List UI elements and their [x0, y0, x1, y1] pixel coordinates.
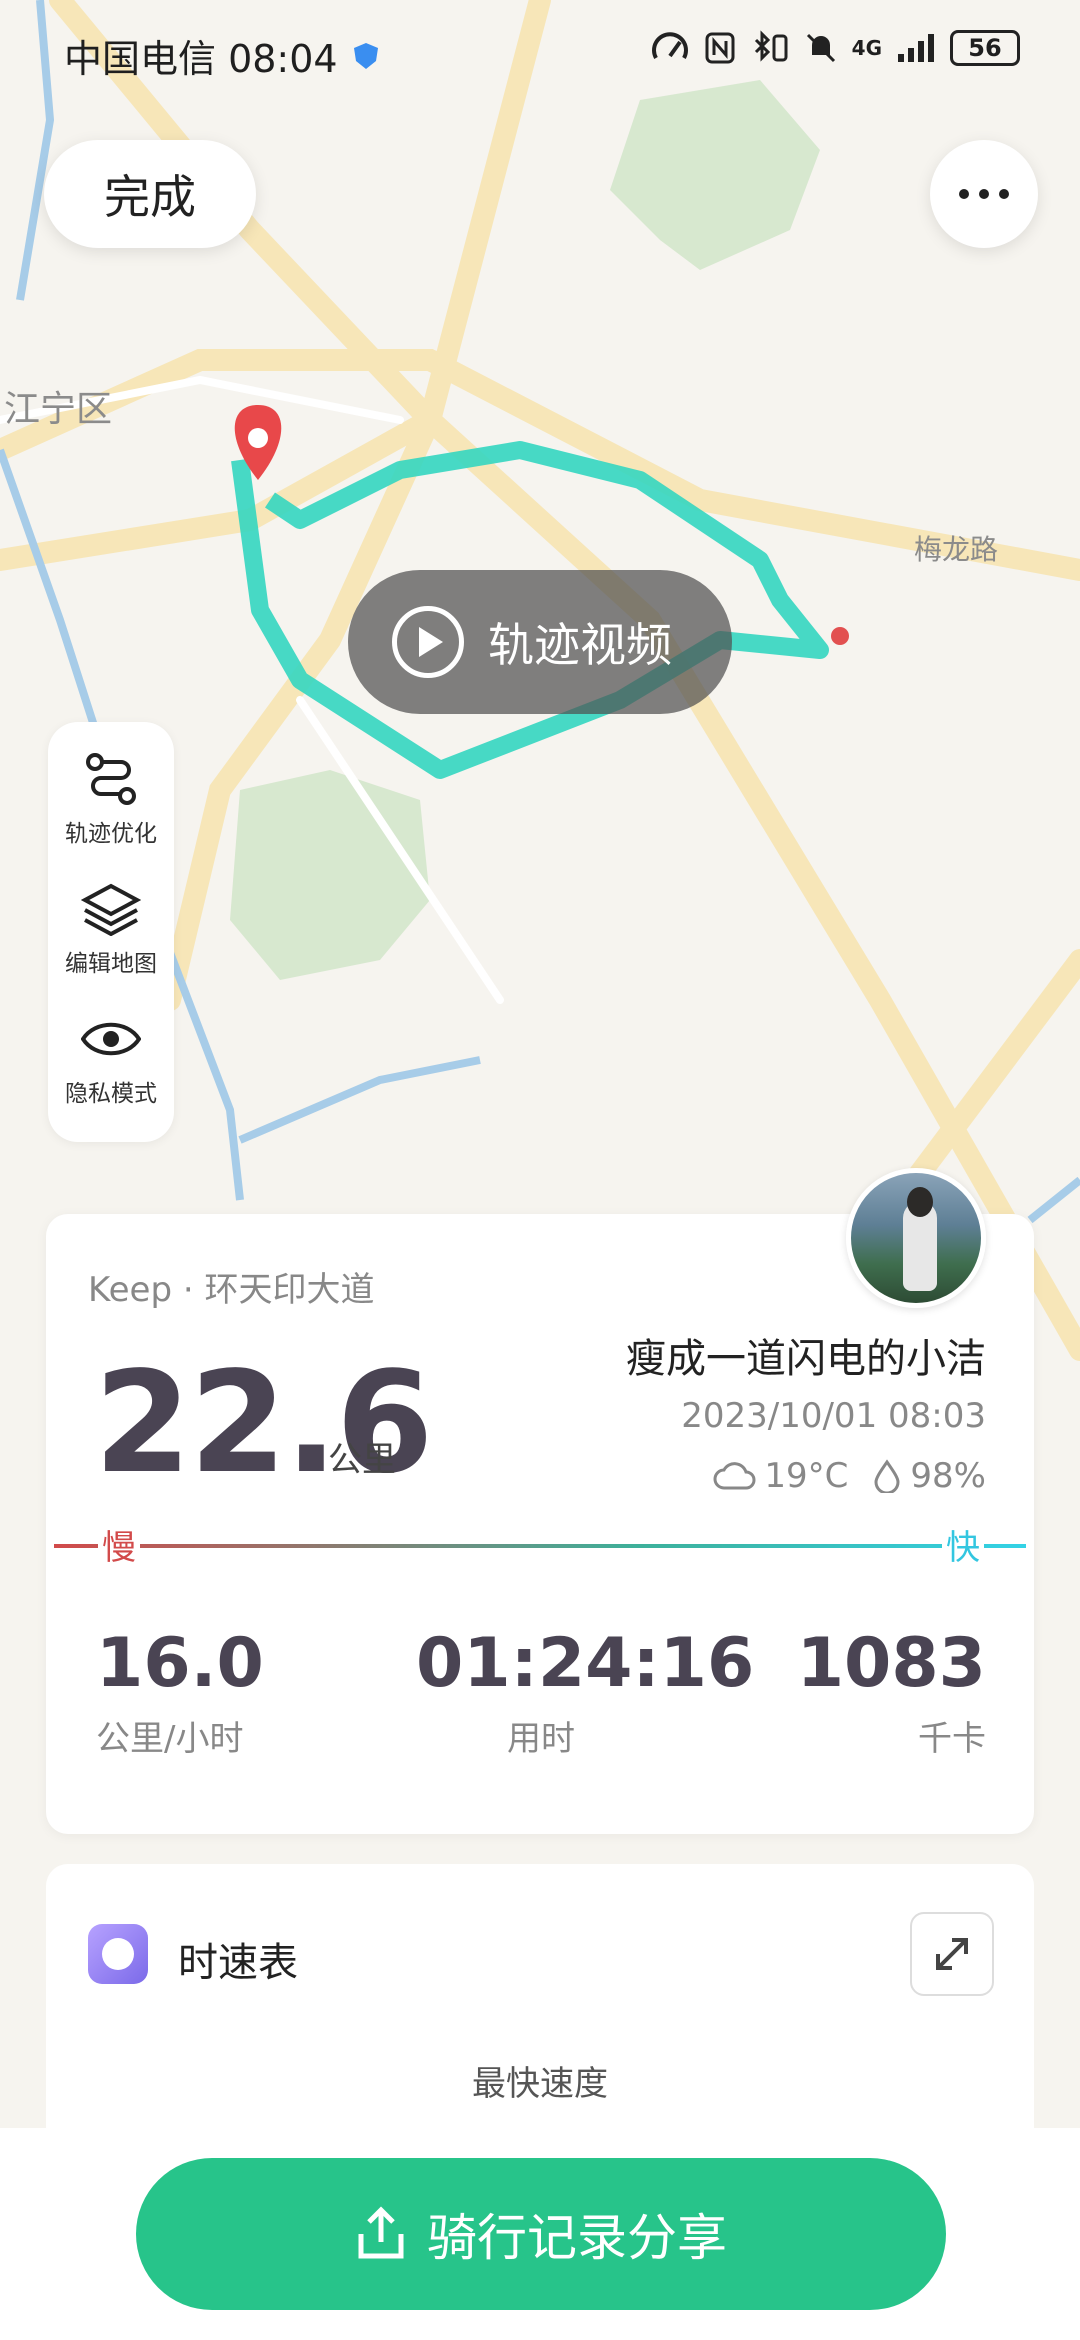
tool-label: 轨迹优化 [65, 821, 157, 847]
fast-label: 快 [942, 1520, 984, 1569]
layers-icon [81, 883, 141, 936]
ride-summary-card: Keep · 环天印大道 22.6 公里 瘦成一道闪电的小洁 2023/10/0… [46, 1214, 1034, 1834]
battery-level: 56 [968, 34, 1002, 62]
stat-label: 用时 [507, 1719, 575, 1759]
shield-icon [353, 42, 378, 69]
expand-icon [936, 1938, 968, 1970]
speed-icon [651, 32, 688, 59]
stat-value: 01:24:16 [416, 1624, 755, 1703]
done-button[interactable]: 完成 [44, 140, 256, 248]
ride-datetime: 2023/10/01 08:03 [681, 1396, 986, 1436]
stat-speed: 16.0 公里/小时 [96, 1624, 264, 1760]
stat-calories: 1083 千卡 [797, 1624, 986, 1760]
source-label: Keep · 环天印大道 [88, 1270, 375, 1310]
map-label-district: 江宁区 [4, 389, 113, 430]
speed-gradient-bar [54, 1544, 1026, 1548]
speedometer-title: 时速表 [178, 1940, 298, 1986]
tool-edit-map[interactable]: 编辑地图 [48, 882, 174, 978]
share-label: 骑行记录分享 [427, 2209, 727, 2267]
eye-icon [81, 1022, 141, 1056]
tool-label: 隐私模式 [65, 1081, 157, 1107]
share-ride-button[interactable]: 骑行记录分享 [136, 2158, 946, 2310]
username[interactable]: 瘦成一道闪电的小洁 [626, 1326, 986, 1384]
slow-label: 慢 [98, 1520, 140, 1569]
route-icon [86, 753, 136, 805]
fastest-speed-label: 最快速度 [472, 2064, 608, 2104]
stat-label: 公里/小时 [96, 1719, 244, 1759]
status-bar: 中国电信 08:04 4G 56 [0, 0, 1080, 100]
humidity-drop-icon [874, 1459, 900, 1493]
stat-label: 千卡 [918, 1719, 986, 1759]
temperature: 19°C [764, 1456, 849, 1496]
cloud-icon [713, 1462, 756, 1490]
share-icon [358, 2206, 404, 2259]
distance-unit: 公里 [328, 1440, 396, 1480]
map-label-road: 梅龙路 [914, 533, 999, 566]
expand-button[interactable] [910, 1912, 994, 1996]
play-icon [392, 606, 464, 678]
track-video-button[interactable]: 轨迹视频 [348, 570, 732, 714]
more-dots-icon [959, 189, 969, 199]
signal-icon [898, 34, 934, 62]
stat-duration: 01:24:16 用时 [416, 1624, 755, 1760]
stat-value: 16.0 [96, 1624, 264, 1703]
carrier-time: 中国电信 08:04 [64, 37, 338, 81]
tool-route-optimize[interactable]: 轨迹优化 [48, 752, 174, 848]
tool-privacy-mode[interactable]: 隐私模式 [48, 1012, 174, 1108]
humidity: 98% [910, 1456, 986, 1496]
stat-value: 1083 [796, 1624, 986, 1703]
map-tools-panel: 轨迹优化 编辑地图 隐私模式 [48, 722, 174, 1142]
weather-info: 19°C 98% [712, 1456, 986, 1496]
speedometer-icon [88, 1924, 148, 1984]
bluetooth-icon [754, 30, 788, 62]
more-button[interactable] [930, 140, 1038, 248]
nfc-icon [705, 32, 735, 64]
tool-label: 编辑地图 [65, 951, 157, 977]
track-video-label: 轨迹视频 [488, 618, 672, 672]
end-point-marker [831, 627, 849, 645]
avatar[interactable] [846, 1168, 986, 1308]
network-type: 4G [851, 36, 882, 60]
mute-icon [806, 33, 835, 63]
battery-icon: 56 [950, 30, 1020, 66]
